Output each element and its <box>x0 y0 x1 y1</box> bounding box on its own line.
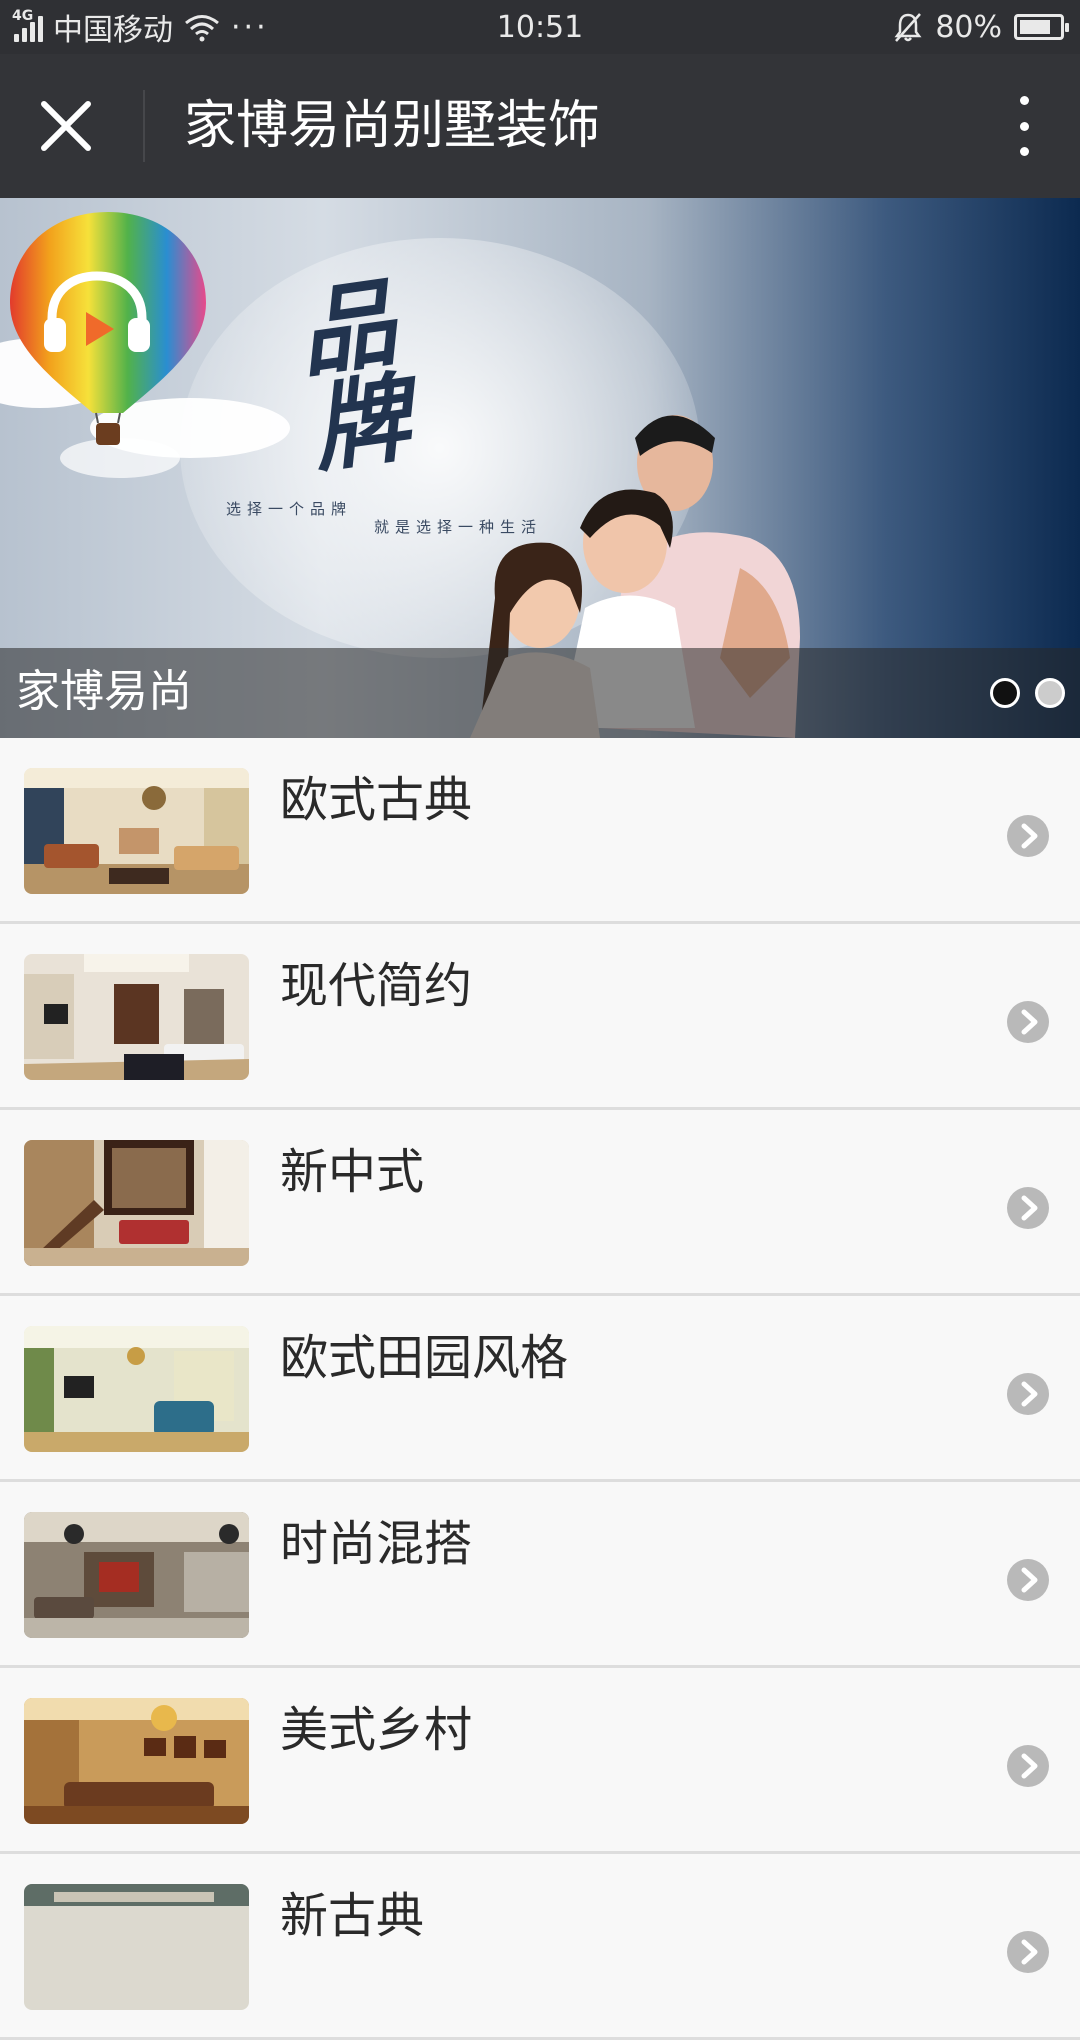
list-item[interactable]: 欧式田园风格 <box>0 1296 1080 1482</box>
thumbnail-image <box>24 1140 249 1266</box>
signal-icon: 4G <box>12 8 43 42</box>
chevron-right-icon <box>1007 1187 1049 1229</box>
carrier-name: 中国移动 <box>53 13 173 48</box>
thumbnail-image <box>24 1884 249 2010</box>
wifi-icon <box>185 15 219 42</box>
more-dot-icon <box>1019 96 1029 105</box>
list-item[interactable]: 欧式古典 <box>0 738 1080 924</box>
network-type: 4G <box>12 8 34 24</box>
banner-carousel[interactable]: 品牌 选择一个品牌 就是选择一种生活 家博易尚 <box>0 198 1080 738</box>
chevron-right-icon <box>1007 1745 1049 1787</box>
list-item[interactable]: 时尚混搭 <box>0 1482 1080 1668</box>
title-divider <box>143 90 145 162</box>
status-left: 4G 中国移动 ··· <box>0 5 269 49</box>
chevron-right-icon <box>1007 1931 1049 1973</box>
banner-caption-bar: 家博易尚 <box>0 648 1080 738</box>
chevron-right-icon <box>1007 1373 1049 1415</box>
more-dot-icon <box>1019 121 1029 131</box>
list-item[interactable]: 新古典 <box>0 1854 1080 2040</box>
bell-muted-icon <box>894 13 922 42</box>
list-item[interactable]: 美式乡村 <box>0 1668 1080 1854</box>
thumbnail-image <box>24 768 249 894</box>
thumbnail-image <box>24 1326 249 1452</box>
carousel-dot-2[interactable] <box>1035 678 1065 708</box>
list-item-label: 现代简约 <box>280 958 473 1014</box>
thumbnail-image <box>24 1698 249 1824</box>
slogan-line-1: 选择一个品牌 <box>226 500 353 518</box>
status-right: 80% <box>893 0 1069 54</box>
more-dot-icon <box>1019 147 1029 156</box>
chevron-right-icon <box>1007 815 1049 857</box>
battery-fill <box>1020 20 1050 34</box>
list-item[interactable]: 现代简约 <box>0 924 1080 1110</box>
list-item[interactable]: 新中式 <box>0 1110 1080 1296</box>
list-item-label: 欧式田园风格 <box>280 1330 569 1386</box>
chevron-right-icon <box>1007 1559 1049 1601</box>
thumbnail-image <box>24 1512 249 1638</box>
carousel-dot-1[interactable] <box>990 678 1020 708</box>
audio-play-icon[interactable] <box>40 270 155 360</box>
banner-caption: 家博易尚 <box>16 666 192 717</box>
close-button[interactable] <box>30 90 102 162</box>
list-item-label: 新中式 <box>280 1144 425 1200</box>
list-item-label: 新古典 <box>280 1888 425 1944</box>
more-menu-button[interactable] <box>1004 90 1044 162</box>
title-bar: 家博易尚别墅装饰 <box>0 54 1080 198</box>
status-bar: 4G 中国移动 ··· 10:51 80% <box>0 0 1080 54</box>
status-more-dots: ··· <box>231 9 269 45</box>
battery-icon <box>1014 14 1069 40</box>
page-title: 家博易尚别墅装饰 <box>184 96 601 156</box>
thumbnail-image <box>24 954 249 1080</box>
battery-percent: 80% <box>935 9 1002 45</box>
status-time: 10:51 <box>496 9 584 45</box>
style-list: 欧式古典 现代简约 新中式 欧式田园风格 时尚混搭 美式乡村 新古典 <box>0 738 1080 2040</box>
chevron-right-icon <box>1007 1001 1049 1043</box>
list-item-label: 欧式古典 <box>280 772 473 828</box>
list-item-label: 美式乡村 <box>280 1702 473 1758</box>
list-item-label: 时尚混搭 <box>280 1516 473 1572</box>
